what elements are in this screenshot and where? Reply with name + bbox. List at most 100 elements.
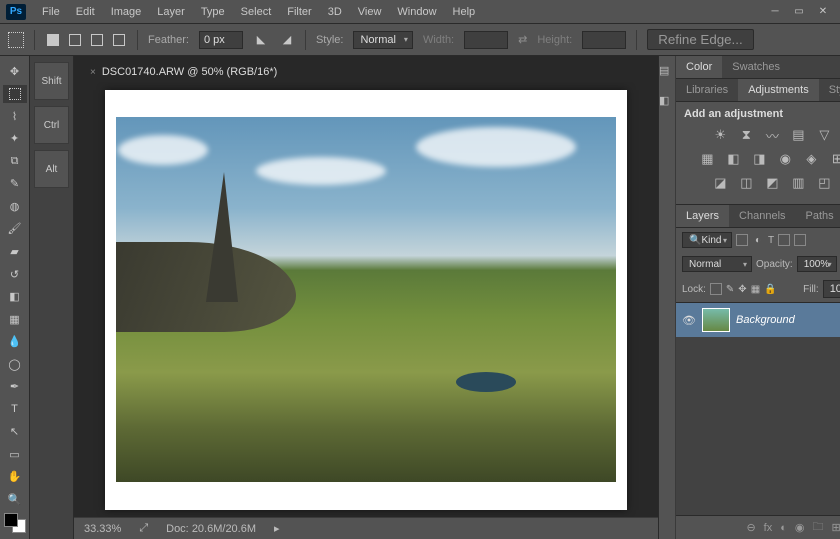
minimize-icon[interactable]: ─ [768,5,782,19]
layer-thumbnail[interactable] [702,308,730,332]
history-panel-icon[interactable]: ▤ [659,64,675,80]
canvas[interactable] [105,90,627,510]
stamp-tool-icon[interactable]: ▰ [3,242,27,261]
move-tool-icon[interactable]: ✥ [3,62,27,81]
maximize-icon[interactable]: ▭ [792,5,806,19]
tab-close-icon[interactable]: × [90,67,96,78]
new-fill-icon[interactable]: ◉ [795,521,805,534]
menu-select[interactable]: Select [233,2,280,22]
eyedropper-tool-icon[interactable]: ✎ [3,175,27,194]
photo-filter-icon[interactable]: ◉ [776,150,794,168]
shape-tool-icon[interactable]: ▭ [3,445,27,464]
crop-tool-icon[interactable]: ⧉ [3,152,27,171]
new-layer-icon[interactable]: ⊞ [832,521,840,534]
filter-type-icon[interactable]: T [768,235,774,246]
tab-adjustments[interactable]: Adjustments [738,79,819,101]
lock-move-icon[interactable]: ✥ [738,284,746,295]
brush-tool-icon[interactable]: 🖌 [3,220,27,239]
menu-image[interactable]: Image [103,2,150,22]
curves-icon[interactable]: 〰 [763,126,781,144]
lasso-tool-icon[interactable]: ⌇ [3,107,27,126]
zoom-tool-icon[interactable]: 🔍 [3,490,27,509]
lock-transparent-icon[interactable] [710,283,722,295]
menu-window[interactable]: Window [389,2,444,22]
history-brush-icon[interactable]: ↺ [3,265,27,284]
eraser-tool-icon[interactable]: ◧ [3,287,27,306]
zoom-level[interactable]: 33.33% [84,523,121,535]
color-swatches[interactable] [4,513,26,533]
lock-paint-icon[interactable]: ✎ [726,284,734,295]
type-tool-icon[interactable]: T [3,400,27,419]
posterize-icon[interactable]: ◫ [737,174,755,192]
status-more-icon[interactable]: ▸ [274,522,280,535]
menu-edit[interactable]: Edit [68,2,103,22]
marquee-tool-icon[interactable] [3,85,27,104]
refine-edge-button[interactable]: Refine Edge... [647,29,753,50]
expand-icon[interactable]: ⤢ [139,522,148,535]
menu-file[interactable]: File [34,2,68,22]
color-balance-icon[interactable]: ◧ [724,150,742,168]
gradient-tool-icon[interactable]: ▦ [3,310,27,329]
levels-icon[interactable]: ⧗ [737,126,755,144]
filter-pixel-icon[interactable] [736,234,748,246]
marquee-tool-icon[interactable] [8,32,24,48]
selection-new-icon[interactable] [45,32,61,48]
properties-panel-icon[interactable]: ◧ [659,94,675,110]
channel-mixer-icon[interactable]: ◈ [802,150,820,168]
menu-filter[interactable]: Filter [279,2,319,22]
lock-all-icon[interactable]: 🔒 [764,284,776,295]
document-tab[interactable]: × DSC01740.ARW @ 50% (RGB/16*) [80,62,287,82]
layer-fx-icon[interactable]: fx [764,522,773,534]
layer-filter-dropdown[interactable]: 🔍Kind [682,232,732,248]
hand-tool-icon[interactable]: ✋ [3,468,27,487]
tab-styles[interactable]: Styles [819,79,840,101]
feather-input[interactable] [199,31,243,49]
invert-icon[interactable]: ◪ [711,174,729,192]
selection-intersect-icon[interactable] [111,32,127,48]
tab-color[interactable]: Color [676,56,722,78]
bw-icon[interactable]: ◨ [750,150,768,168]
menu-layer[interactable]: Layer [149,2,193,22]
new-group-icon[interactable]: 🗀 [813,518,824,537]
antialias-icon[interactable]: ◣ [253,32,269,48]
tab-swatches[interactable]: Swatches [722,56,790,78]
style-dropdown[interactable]: Normal [353,31,412,49]
brightness-icon[interactable]: ☀ [711,126,729,144]
antialias2-icon[interactable]: ◢ [279,32,295,48]
shift-key-button[interactable]: Shift [34,62,69,100]
fill-input[interactable]: 100% [823,280,840,298]
opacity-input[interactable]: 100% [797,256,837,272]
menu-3d[interactable]: 3D [320,2,350,22]
pen-tool-icon[interactable]: ✒ [3,377,27,396]
menu-view[interactable]: View [350,2,390,22]
hue-icon[interactable]: ▦ [698,150,716,168]
blur-tool-icon[interactable]: 💧 [3,332,27,351]
menu-help[interactable]: Help [445,2,484,22]
layer-mask-icon[interactable]: ◐ [780,522,787,534]
close-icon[interactable]: ✕ [816,5,830,19]
visibility-icon[interactable]: 👁 [682,314,696,327]
ctrl-key-button[interactable]: Ctrl [34,106,69,144]
exposure-icon[interactable]: ▤ [789,126,807,144]
filter-smart-icon[interactable] [794,234,806,246]
selection-subtract-icon[interactable] [89,32,105,48]
vibrance-icon[interactable]: ▽ [815,126,833,144]
tab-libraries[interactable]: Libraries [676,79,738,101]
threshold-icon[interactable]: ◩ [763,174,781,192]
path-tool-icon[interactable]: ↖ [3,423,27,442]
foreground-color-swatch[interactable] [4,513,18,527]
selection-add-icon[interactable] [67,32,83,48]
dodge-tool-icon[interactable]: ◯ [3,355,27,374]
alt-key-button[interactable]: Alt [34,150,69,188]
lookup-icon[interactable]: ⊞ [828,150,840,168]
tab-channels[interactable]: Channels [729,205,795,227]
layer-name[interactable]: Background [736,314,795,326]
lock-artboard-icon[interactable]: ▦ [751,284,760,295]
link-layers-icon[interactable]: ⊖ [746,521,755,534]
tab-paths[interactable]: Paths [796,205,840,227]
tab-layers[interactable]: Layers [676,205,729,227]
healing-tool-icon[interactable]: ◍ [3,197,27,216]
gradient-map-icon[interactable]: ▥ [789,174,807,192]
menu-type[interactable]: Type [193,2,233,22]
filter-adjust-icon[interactable]: ◐ [752,234,764,246]
